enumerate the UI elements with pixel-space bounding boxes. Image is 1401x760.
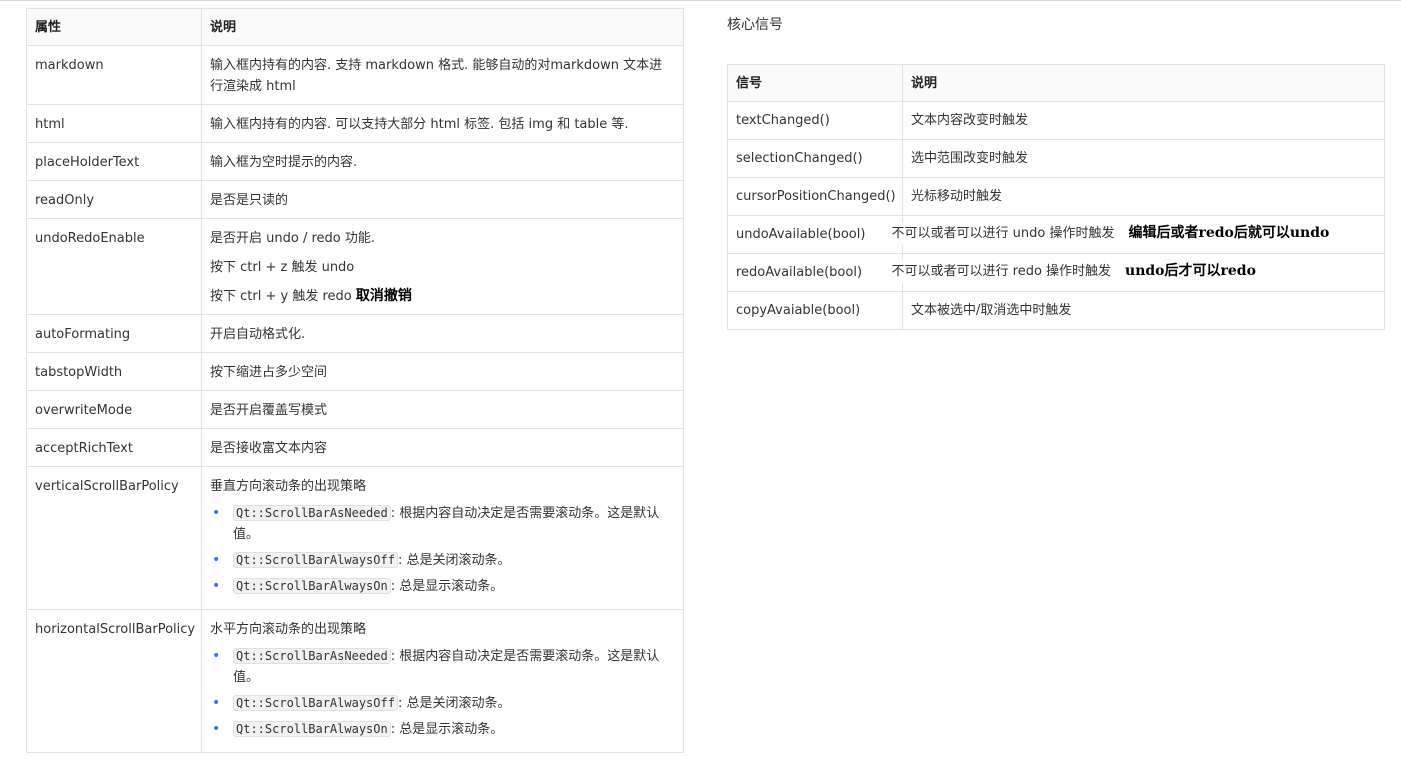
signals-title: 核心信号 <box>727 17 783 33</box>
description-line: 按下 ctrl + z 触发 undo <box>210 260 355 275</box>
signals-header-row: 信号 说明 <box>727 64 1385 102</box>
overlay-text: 不可以或者可以进行 undo 操作时触发 <box>891 225 1115 241</box>
top-divider <box>0 0 1401 1</box>
description-line: 是否开启覆盖写模式 <box>210 403 328 418</box>
property-name: markdown <box>26 45 202 105</box>
properties-body: markdown 输入框内持有的内容. 支持 markdown 格式. 能够自动的… <box>26 45 684 753</box>
property-description: 水平方向滚动条的出现策略Qt::ScrollBarAsNeeded: 根据内容自… <box>201 609 684 753</box>
header-signal: 信号 <box>727 64 903 102</box>
signal-description: 文本内容改变时触发 <box>902 101 1385 140</box>
table-row: textChanged() 文本内容改变时触发 <box>727 101 1385 140</box>
signal-name: undoAvailable(bool) <box>727 215 903 254</box>
table-row: tabstopWidth 按下缩进占多少空间 <box>26 352 684 391</box>
list-item: Qt::ScrollBarAsNeeded: 根据内容自动决定是否需要滚动条。这… <box>210 646 675 688</box>
property-description: 是否是只读的 <box>201 180 684 219</box>
table-row: readOnly 是否是只读的 <box>26 180 684 219</box>
header-signal-description: 说明 <box>902 64 1385 102</box>
table-row: placeHolderText 输入框为空时提示的内容. <box>26 142 684 181</box>
list-item: Qt::ScrollBarAsNeeded: 根据内容自动决定是否需要滚动条。这… <box>210 503 675 545</box>
table-row: markdown 输入框内持有的内容. 支持 markdown 格式. 能够自动的… <box>26 45 684 105</box>
signal-name: textChanged() <box>727 101 903 140</box>
header-property: 属性 <box>26 8 202 46</box>
code-snippet: Qt::ScrollBarAlwaysOn <box>233 578 391 594</box>
property-description: 按下缩进占多少空间 <box>201 352 684 391</box>
code-snippet: Qt::ScrollBarAsNeeded <box>233 648 391 664</box>
signals-table: 信号 说明 textChanged() 文本内容改变时触发 selectionCha… <box>727 64 1385 330</box>
table-row: copyAvaiable(bool) 文本被选中/取消选中时触发 <box>727 291 1385 330</box>
code-snippet: Qt::ScrollBarAlwaysOff <box>233 552 398 568</box>
signal-description: 光标移动时触发 <box>902 177 1385 216</box>
property-name: readOnly <box>26 180 202 219</box>
table-row: horizontalScrollBarPolicy水平方向滚动条的出现策略Qt:… <box>26 609 684 753</box>
bullet-text: : 总是关闭滚动条。 <box>397 696 511 711</box>
signal-overlay-note: 不可以或者可以进行 redo 操作时触发 undo后才可以redo <box>887 259 1260 283</box>
description-line: 是否开启 undo / redo 功能. <box>210 231 375 246</box>
description-line: 水平方向滚动条的出现策略 <box>210 622 367 637</box>
property-name: horizontalScrollBarPolicy <box>26 609 202 753</box>
signal-name: copyAvaiable(bool) <box>727 291 903 330</box>
table-row: autoFormating 开启自动格式化. <box>26 314 684 353</box>
property-description: 输入框为空时提示的内容. <box>201 142 684 181</box>
property-name: tabstopWidth <box>26 352 202 391</box>
description-line: 输入框内持有的内容. 可以支持大部分 html 标签. 包括 img 和 tab… <box>210 117 629 132</box>
bullet-text: : 总是显示滚动条。 <box>390 722 504 737</box>
table-row: overwriteMode 是否开启覆盖写模式 <box>26 390 684 429</box>
table-row: undoRedoEnable 是否开启 undo / redo 功能. 按下 ctr… <box>26 218 684 315</box>
properties-table: 属性 说明 markdown 输入框内持有的内容. 支持 markdown 格式.… <box>26 8 684 753</box>
description-line: 按下 ctrl + y 触发 redo 取消撤销 <box>210 286 675 307</box>
description-text: 按下 ctrl + y 触发 redo <box>210 289 352 304</box>
signals-body: textChanged() 文本内容改变时触发 selectionChanged()… <box>727 101 1385 330</box>
property-description: 开启自动格式化. <box>201 314 684 353</box>
signal-description: 文本被选中/取消选中时触发 <box>902 291 1385 330</box>
description-line: 按下缩进占多少空间 <box>210 365 328 380</box>
table-row: verticalScrollBarPolicy垂直方向滚动条的出现策略Qt::S… <box>26 466 684 610</box>
properties-header-row: 属性 说明 <box>26 8 684 46</box>
table-row: acceptRichText 是否接收富文本内容 <box>26 428 684 467</box>
bullet-list: Qt::ScrollBarAsNeeded: 根据内容自动决定是否需要滚动条。这… <box>210 503 675 597</box>
property-name: autoFormating <box>26 314 202 353</box>
description-line: 垂直方向滚动条的出现策略 <box>210 479 367 494</box>
code-snippet: Qt::ScrollBarAsNeeded <box>233 505 391 521</box>
bullet-text: : 总是关闭滚动条。 <box>397 553 511 568</box>
overlay-text: 不可以或者可以进行 redo 操作时触发 <box>891 263 1112 279</box>
table-row: cursorPositionChanged() 光标移动时触发 <box>727 177 1385 216</box>
property-name: placeHolderText <box>26 142 202 181</box>
property-name: overwriteMode <box>26 390 202 429</box>
list-item: Qt::ScrollBarAlwaysOn: 总是显示滚动条。 <box>210 576 675 597</box>
signal-name: cursorPositionChanged() <box>727 177 903 216</box>
table-row: selectionChanged() 选中范围改变时触发 <box>727 139 1385 178</box>
description-line: 是否接收富文本内容 <box>210 441 328 456</box>
header-description: 说明 <box>201 8 684 46</box>
property-description: 是否开启覆盖写模式 <box>201 390 684 429</box>
description-line: 是否是只读的 <box>210 193 289 208</box>
description-line: 开启自动格式化. <box>210 327 306 342</box>
signal-name: redoAvailable(bool) <box>727 253 903 292</box>
property-name: verticalScrollBarPolicy <box>26 466 202 610</box>
code-snippet: Qt::ScrollBarAlwaysOff <box>233 695 398 711</box>
description-line: 输入框内持有的内容. 支持 markdown 格式. 能够自动的对markdow… <box>210 58 663 94</box>
property-name: acceptRichText <box>26 428 202 467</box>
signal-description: 选中范围改变时触发 <box>902 139 1385 178</box>
annotation-note: 取消撤销 <box>355 288 412 304</box>
description-line: 输入框为空时提示的内容. <box>210 155 358 170</box>
property-description: 是否接收富文本内容 <box>201 428 684 467</box>
bullet-list: Qt::ScrollBarAsNeeded: 根据内容自动决定是否需要滚动条。这… <box>210 646 675 740</box>
signal-name: selectionChanged() <box>727 139 903 178</box>
bullet-text: : 总是显示滚动条。 <box>390 579 504 594</box>
annotation-note: undo后才可以redo <box>1125 262 1256 279</box>
table-row: html 输入框内持有的内容. 可以支持大部分 html 标签. 包括 img 和… <box>26 104 684 143</box>
list-item: Qt::ScrollBarAlwaysOn: 总是显示滚动条。 <box>210 719 675 740</box>
annotation-note: 编辑后或者redo后就可以undo <box>1128 224 1330 241</box>
property-name: undoRedoEnable <box>26 218 202 315</box>
signal-overlay-note: 不可以或者可以进行 undo 操作时触发 编辑后或者redo后就可以undo <box>887 221 1334 245</box>
property-description: 垂直方向滚动条的出现策略Qt::ScrollBarAsNeeded: 根据内容自… <box>201 466 684 610</box>
code-snippet: Qt::ScrollBarAlwaysOn <box>233 721 391 737</box>
property-description: 输入框内持有的内容. 可以支持大部分 html 标签. 包括 img 和 tab… <box>201 104 684 143</box>
property-description: 是否开启 undo / redo 功能. 按下 ctrl + z 触发 undo 按… <box>201 218 684 315</box>
list-item: Qt::ScrollBarAlwaysOff: 总是关闭滚动条。 <box>210 693 675 714</box>
property-description: 输入框内持有的内容. 支持 markdown 格式. 能够自动的对markdow… <box>201 45 684 105</box>
list-item: Qt::ScrollBarAlwaysOff: 总是关闭滚动条。 <box>210 550 675 571</box>
property-name: html <box>26 104 202 143</box>
